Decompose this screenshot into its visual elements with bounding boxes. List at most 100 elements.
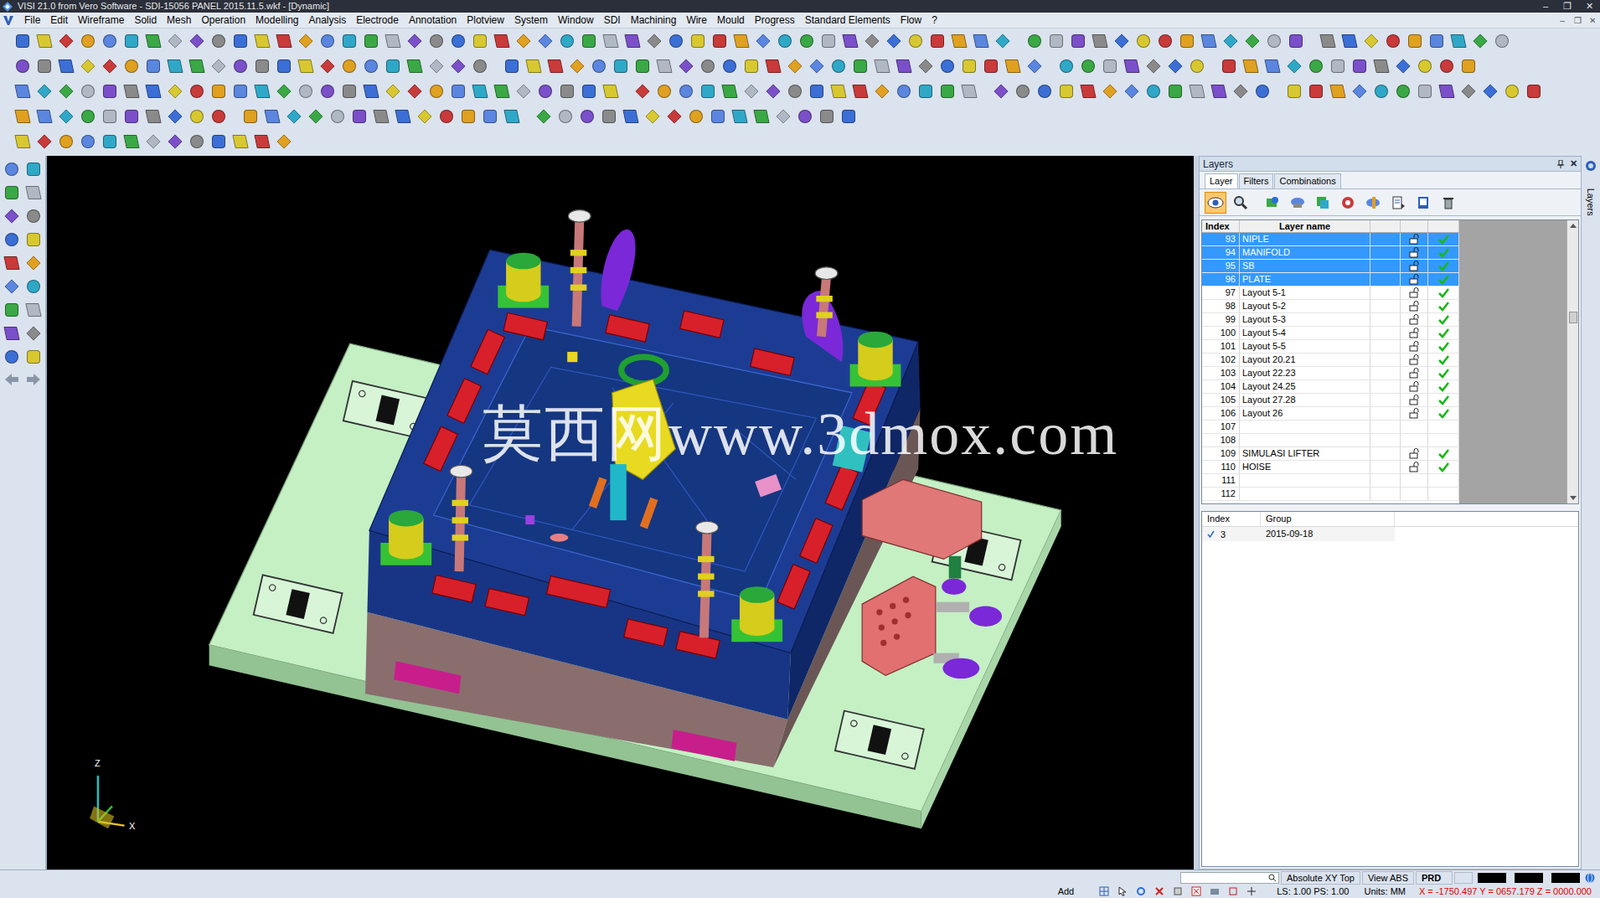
padlock-icon[interactable] <box>1409 394 1420 406</box>
column-header[interactable]: Index <box>1202 220 1240 233</box>
tool-icon[interactable] <box>750 104 773 129</box>
layer-row[interactable]: 101Layout 5-5 <box>1202 340 1460 354</box>
tool-icon[interactable] <box>805 54 828 78</box>
padlock-icon[interactable] <box>1409 381 1420 393</box>
tool-icon[interactable] <box>55 54 78 78</box>
tool-icon[interactable] <box>338 79 361 104</box>
tab-label[interactable]: Combinations <box>1279 174 1336 189</box>
group-index[interactable]: 3 <box>1220 527 1226 542</box>
tool-icon[interactable] <box>1283 79 1306 104</box>
layer-row[interactable]: 99Layout 5-3 <box>1202 313 1460 327</box>
layer-index[interactable]: 109 <box>1202 447 1240 460</box>
layer-row[interactable]: 112 <box>1202 487 1460 501</box>
lock-icon[interactable] <box>1400 433 1429 447</box>
lock-icon[interactable] <box>1400 407 1429 420</box>
tool-icon[interactable] <box>1229 79 1252 104</box>
tool-icon[interactable] <box>817 29 840 53</box>
tool-icon[interactable] <box>316 54 339 78</box>
layer-tool-icon[interactable] <box>1336 191 1359 214</box>
tool-icon[interactable] <box>805 79 828 104</box>
tool-icon[interactable] <box>251 54 274 78</box>
visible-check-icon[interactable] <box>1428 326 1460 340</box>
layer-name[interactable]: Layout 26 <box>1239 407 1371 420</box>
lock-icon[interactable] <box>1400 420 1429 434</box>
tool-icon[interactable] <box>98 129 121 154</box>
tool-icon[interactable] <box>752 29 775 53</box>
layer-index[interactable]: 98 <box>1202 299 1240 313</box>
layer-name[interactable]: PLATE <box>1239 273 1371 286</box>
tool-icon[interactable] <box>718 79 741 104</box>
layer-index[interactable]: 110 <box>1202 460 1240 474</box>
tool-icon[interactable] <box>718 54 741 78</box>
tool-icon[interactable] <box>479 104 501 129</box>
tool-icon[interactable] <box>0 157 23 181</box>
tool-icon[interactable] <box>294 54 317 78</box>
tool-icon[interactable] <box>55 129 78 154</box>
tool-icon[interactable] <box>1251 79 1274 104</box>
tool-icon[interactable] <box>1011 79 1034 104</box>
tool-icon[interactable] <box>1447 29 1470 53</box>
tool-icon[interactable] <box>1326 54 1349 78</box>
layer-row[interactable]: 100Layout 5-4 <box>1202 326 1460 341</box>
tool-icon[interactable] <box>1283 54 1306 78</box>
layer-name[interactable]: Layout 22.23 <box>1239 366 1371 380</box>
tool-icon[interactable] <box>98 104 121 129</box>
group-name[interactable]: 2015-09-18 <box>1260 526 1395 542</box>
visible-check-icon[interactable] <box>1428 313 1460 326</box>
tool-icon[interactable] <box>11 54 34 78</box>
tool-icon[interactable] <box>544 54 567 78</box>
tool-icon[interactable] <box>381 29 404 53</box>
layer-index[interactable]: 102 <box>1202 353 1240 367</box>
tool-icon[interactable] <box>532 104 555 129</box>
tool-icon[interactable] <box>1479 79 1502 104</box>
tool-icon[interactable] <box>338 54 361 78</box>
tool-icon[interactable] <box>708 29 731 53</box>
group-row[interactable]: 3 2015-09-18 <box>1202 526 1579 542</box>
tool-icon[interactable] <box>554 104 577 129</box>
tool-icon[interactable] <box>1435 54 1458 78</box>
visible-check-icon[interactable] <box>1428 460 1460 474</box>
tool-icon[interactable] <box>1403 29 1426 53</box>
layer-name[interactable]: Layout 5-4 <box>1239 326 1371 340</box>
status-icon[interactable] <box>1097 885 1111 898</box>
panel-tab[interactable]: Layer <box>1204 173 1239 189</box>
status-icon[interactable] <box>1207 885 1222 898</box>
visible-check-icon[interactable] <box>1428 474 1460 487</box>
layer-row[interactable]: 108 <box>1202 433 1460 448</box>
tool-icon[interactable] <box>772 104 795 129</box>
layer-row[interactable]: 111 <box>1202 474 1460 488</box>
menu-item[interactable]: Mesh <box>161 12 197 28</box>
lock-icon[interactable] <box>1400 380 1429 393</box>
tool-icon[interactable] <box>1435 79 1458 104</box>
tool-icon[interactable] <box>1077 54 1100 78</box>
tool-icon[interactable] <box>316 29 339 53</box>
tool-icon[interactable] <box>0 345 23 369</box>
tool-icon[interactable] <box>1067 29 1090 53</box>
tool-icon[interactable] <box>958 79 981 104</box>
tool-icon[interactable] <box>1154 29 1177 53</box>
menu-item[interactable]: Operation <box>196 12 251 28</box>
tool-icon[interactable] <box>98 29 121 53</box>
visible-check-icon[interactable] <box>1428 447 1460 460</box>
tool-icon[interactable] <box>500 104 523 129</box>
tool-icon[interactable] <box>1360 29 1383 53</box>
tool-icon[interactable] <box>22 345 45 369</box>
menu-item[interactable]: Annotation <box>403 12 462 28</box>
tool-icon[interactable] <box>1110 29 1133 53</box>
tool-icon[interactable] <box>251 129 274 154</box>
lock-icon[interactable] <box>1400 353 1429 367</box>
window-control[interactable]: – <box>1534 1 1557 11</box>
tool-icon[interactable] <box>1239 54 1262 78</box>
tool-icon[interactable] <box>827 79 850 104</box>
layer-name[interactable]: Layout 5-1 <box>1239 286 1371 300</box>
tool-icon[interactable] <box>1348 79 1371 104</box>
layer-tool-icon[interactable] <box>1437 191 1460 214</box>
tool-icon[interactable] <box>1197 29 1220 53</box>
visible-check-icon[interactable] <box>1428 393 1460 407</box>
tool-icon[interactable] <box>707 104 729 129</box>
padlock-icon[interactable] <box>1409 354 1420 366</box>
tool-icon[interactable] <box>1491 29 1513 53</box>
tool-icon[interactable] <box>0 204 23 228</box>
tool-icon[interactable] <box>914 54 937 78</box>
tool-icon[interactable] <box>207 79 230 104</box>
